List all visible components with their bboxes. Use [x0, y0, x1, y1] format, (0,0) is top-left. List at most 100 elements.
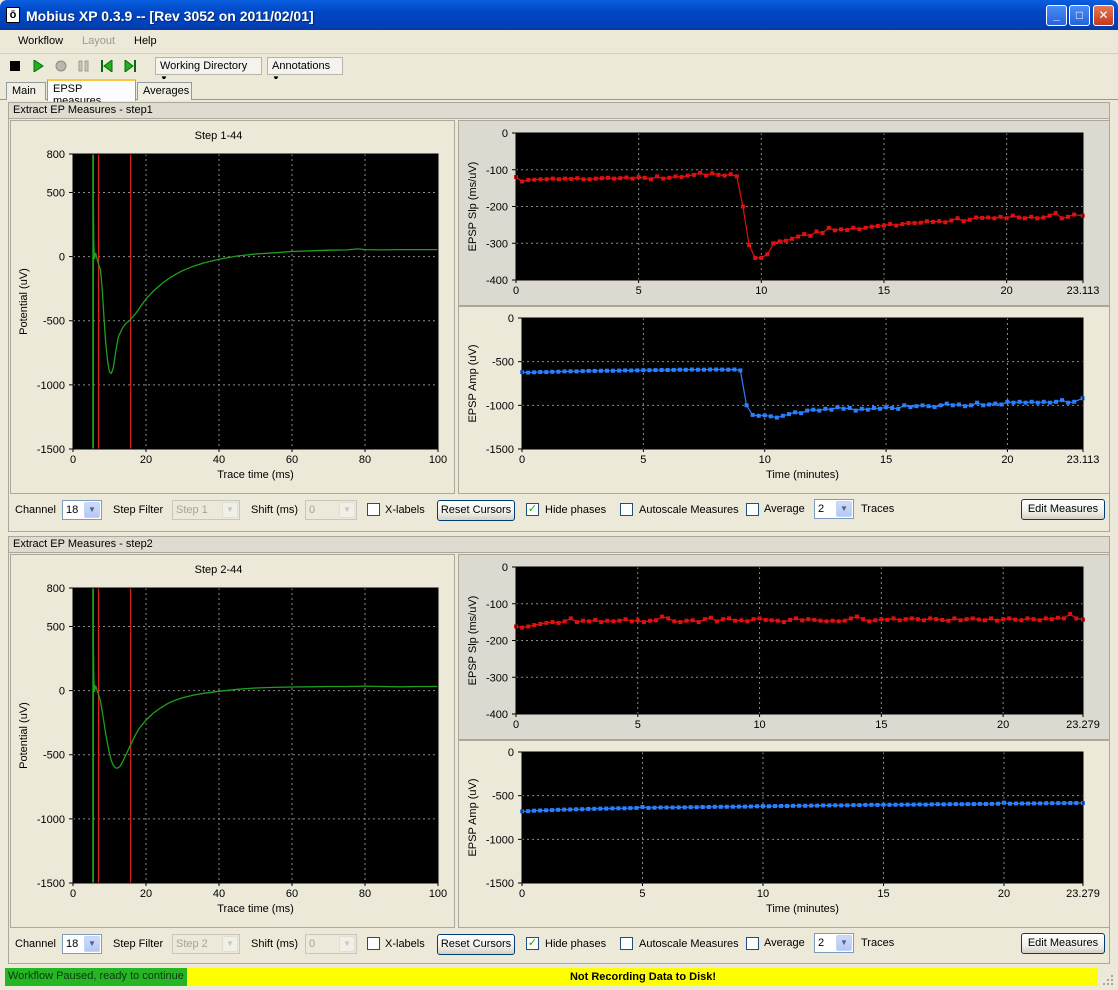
stop-icon[interactable] [10, 61, 20, 71]
data-point [998, 214, 1003, 219]
step-filter-select[interactable]: Step 1 ▼ [172, 500, 240, 520]
maximize-icon[interactable]: □ [1069, 5, 1090, 26]
x-tick-label: 15 [878, 285, 890, 297]
data-point [771, 241, 776, 246]
title-bar: ō Mobius XP 0.3.9 -- [Rev 3052 on 2011/0… [0, 0, 1118, 30]
data-point [683, 367, 688, 372]
edit-measures-button[interactable]: Edit Measures [1021, 499, 1105, 520]
data-point [952, 616, 957, 621]
shift-select[interactable]: 0 ▼ [305, 934, 357, 954]
data-point [599, 176, 604, 181]
step-forward-icon[interactable] [124, 60, 136, 72]
slope-chart[interactable]: 0 5 10 15 20 23.113 0 -100 -200 -300 -400 EPSP Slp … [459, 121, 1111, 307]
annotations-dropdown[interactable]: Annotations ▼ [267, 57, 343, 83]
data-point [1023, 216, 1027, 221]
data-point [1054, 399, 1058, 404]
menu-workflow[interactable]: Workflow [18, 35, 63, 47]
step-filter-select[interactable]: Step 2 ▼ [172, 934, 240, 954]
average-count-select[interactable]: 2 ▼ [814, 933, 854, 953]
data-point [902, 403, 907, 408]
data-point [722, 173, 727, 178]
data-point [538, 622, 543, 626]
x-tick-label: 23.113 [1067, 285, 1100, 297]
hide-phases-checkbox[interactable]: ✓ [526, 937, 539, 950]
working-directory-dropdown[interactable]: Working Directory ▼ [155, 57, 262, 83]
data-point [845, 803, 850, 808]
x-tick-label: 23.113 [1067, 454, 1100, 466]
menu-layout[interactable]: Layout [82, 35, 115, 47]
data-point [821, 803, 826, 808]
average-checkbox[interactable] [746, 503, 759, 516]
data-point [806, 617, 811, 622]
x-tick-label: 0 [70, 888, 76, 900]
data-point [1013, 617, 1018, 622]
plot-background [73, 588, 438, 883]
trace-chart[interactable]: 0 20 40 60 80 100 800 500 0 -500 -1000 -1500 Potenti… [11, 121, 456, 495]
data-point [946, 618, 951, 623]
y-tick-label: 800 [47, 583, 65, 595]
tab-epsp-measures[interactable]: EPSP measures [47, 79, 136, 107]
data-point [817, 408, 822, 413]
play-icon[interactable] [32, 60, 44, 72]
data-point [996, 801, 1000, 806]
close-icon[interactable]: ✕ [1093, 5, 1114, 26]
tab-averages[interactable]: Averages [137, 82, 192, 100]
autoscale-checkbox[interactable] [620, 937, 633, 950]
shift-select[interactable]: 0 ▼ [305, 500, 357, 520]
channel-select[interactable]: 18 ▼ [62, 934, 102, 954]
resize-grip-icon[interactable] [1102, 974, 1114, 986]
data-point [728, 172, 733, 177]
average-count-value: 2 [818, 503, 825, 515]
xlabels-checkbox[interactable] [367, 503, 380, 516]
data-point [755, 804, 759, 809]
x-tick-label: 100 [429, 888, 447, 900]
data-point [544, 808, 549, 813]
data-point [678, 620, 683, 625]
data-point [587, 177, 592, 182]
pause-icon[interactable] [78, 60, 90, 72]
data-point [818, 618, 823, 623]
step-back-icon[interactable] [101, 60, 113, 72]
reset-cursors-button[interactable]: Reset Cursors [437, 500, 515, 521]
tab-main[interactable]: Main [6, 82, 46, 100]
menu-help[interactable]: Help [134, 35, 157, 47]
xlabels-label: X-labels [385, 938, 425, 950]
traces-label: Traces [861, 503, 895, 515]
minimize-icon[interactable]: _ [1046, 5, 1067, 26]
data-point [918, 220, 923, 225]
data-point [689, 367, 694, 372]
data-point [574, 620, 579, 625]
trace-chart[interactable]: 0 20 40 60 80 100 800 500 0 -500 -1000 -1500 Potenti… [11, 555, 456, 929]
edit-measures-button[interactable]: Edit Measures [1021, 933, 1105, 954]
record-icon[interactable] [55, 60, 67, 72]
xlabels-checkbox[interactable] [367, 937, 380, 950]
average-checkbox[interactable] [746, 937, 759, 950]
data-point [853, 408, 858, 413]
data-point [911, 802, 916, 807]
data-point [732, 367, 737, 372]
amplitude-chart[interactable]: 0 5 10 15 20 23.113 0 -500 -1000 -1500 EPSP Amp (u… [459, 307, 1111, 495]
data-point [1066, 214, 1070, 219]
channel-select[interactable]: 18 ▼ [62, 500, 102, 520]
data-point [1047, 400, 1052, 405]
autoscale-checkbox[interactable] [620, 503, 633, 516]
data-point [1062, 616, 1066, 621]
reset-cursors-button[interactable]: Reset Cursors [437, 934, 515, 955]
data-point [550, 176, 555, 181]
data-point [654, 618, 659, 623]
data-point [888, 222, 893, 227]
data-point [1029, 399, 1034, 404]
data-point [1047, 213, 1052, 218]
chevron-down-icon: ▼ [84, 502, 100, 518]
data-point [931, 219, 935, 224]
data-point [688, 805, 693, 810]
slope-chart[interactable]: 0 5 10 15 20 23.279 0 -100 -200 -300 -400 EPSP Slp … [459, 555, 1111, 741]
data-point [648, 177, 653, 182]
amplitude-chart[interactable]: 0 5 10 15 20 23.279 0 -500 -1000 -1500 EPSP Amp (u… [459, 741, 1111, 929]
data-point [909, 616, 914, 621]
chart-title: Step 2-44 [195, 564, 243, 576]
data-point [562, 369, 567, 374]
hide-phases-checkbox[interactable]: ✓ [526, 503, 539, 516]
average-count-select[interactable]: 2 ▼ [814, 499, 854, 519]
data-point [1068, 801, 1073, 805]
